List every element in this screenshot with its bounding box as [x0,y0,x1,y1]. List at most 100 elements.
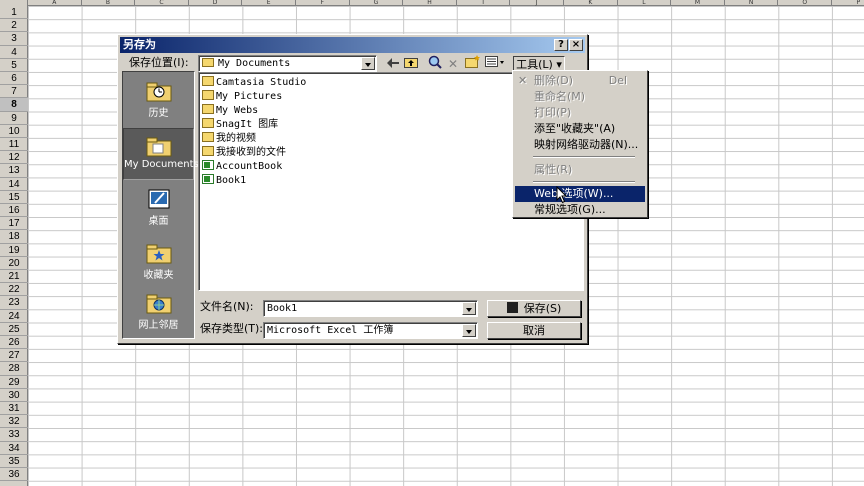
row-header[interactable]: 14 [0,178,28,191]
dialog-title-bar[interactable]: 另存为 ? × [120,37,585,53]
chevron-down-icon[interactable] [361,57,375,70]
list-item[interactable]: My Webs [202,104,258,118]
list-item[interactable]: Book1 [202,174,246,188]
save-in-label: 保存位置(I): [129,56,189,69]
row-header[interactable]: 15 [0,191,28,204]
place-my-documents[interactable]: My Documents [123,128,199,180]
delete-icon: ✕ [518,74,528,87]
save-in-combo[interactable]: My Documents [198,55,377,72]
place-network[interactable]: 网上邻居 [123,286,194,338]
menu-item-add-favorites[interactable]: 添至"收藏夹"(A) [515,121,645,137]
row-header[interactable]: 30 [0,389,28,402]
list-item[interactable]: AccountBook [202,160,282,174]
row-header[interactable]: 33 [0,428,28,442]
file-name: Camtasia Studio [216,77,307,88]
row-header[interactable]: 9 [0,112,28,125]
row-header[interactable]: 3 [0,32,28,46]
row-header[interactable]: 34 [0,442,28,455]
row-header[interactable]: 19 [0,244,28,257]
row-header[interactable]: 13 [0,164,28,178]
row-header[interactable]: 11 [0,138,28,152]
folder-icon [202,104,214,114]
save-button[interactable]: 保存(S) [487,300,581,317]
row-header[interactable]: 18 [0,230,28,244]
row-header[interactable]: 17 [0,217,28,231]
close-button[interactable]: × [569,39,583,51]
filename-label: 文件名(N): [200,300,254,313]
row-header[interactable]: 4 [0,46,28,59]
place-label: 网上邻居 [138,320,179,331]
row-header[interactable]: 5 [0,59,28,72]
list-item[interactable]: 我接收到的文件 [202,146,286,160]
menu-item-properties[interactable]: 属性(R) [515,162,645,178]
row-header[interactable]: 36 [0,468,28,482]
row-header[interactable]: 20 [0,257,28,270]
search-web-icon[interactable] [426,55,444,73]
list-item[interactable]: SnagIt 图库 [202,118,278,132]
file-name: 我的视频 [216,133,256,144]
history-folder-icon [146,82,171,102]
row-header[interactable]: 25 [0,323,28,336]
new-folder-icon[interactable] [464,55,482,73]
row-header[interactable]: 8 [0,98,28,112]
place-label: 桌面 [148,216,169,227]
back-icon[interactable] [384,55,402,73]
file-name: Book1 [216,175,247,186]
file-name: SnagIt 图库 [216,119,279,130]
menu-item-map-network-drive[interactable]: 映射网络驱动器(N)... [515,137,645,153]
mouse-pointer-icon [556,186,568,204]
list-item[interactable]: Camtasia Studio [202,76,306,90]
row-header[interactable]: 24 [0,310,28,323]
place-label: 历史 [148,108,169,119]
row-header[interactable]: 22 [0,283,28,297]
row-header[interactable]: 2 [0,19,28,33]
tools-dropdown-menu: ✕ 删除(D) Del 重命名(M) 打印(P) 添至"收藏夹"(A) 映射网络… [512,70,648,218]
filetype-label: 保存类型(T): [200,322,264,335]
menu-item-rename[interactable]: 重命名(M) [515,89,645,105]
row-header[interactable]: 26 [0,336,28,350]
row-header[interactable]: 1 [0,6,28,20]
views-icon[interactable] [484,55,506,73]
folder-icon [202,76,214,86]
row-header[interactable]: 7 [0,85,28,99]
save-in-value: My Documents [218,58,291,69]
filetype-value: Microsoft Excel 工作簿 [267,325,394,336]
row-header[interactable]: 16 [0,204,28,218]
menu-item-label: Web 选项(W)... [534,187,614,200]
chevron-down-icon[interactable] [462,302,476,315]
menu-item-delete[interactable]: ✕ 删除(D) Del [515,73,645,89]
excel-file-icon [202,174,214,184]
menu-item-print[interactable]: 打印(P) [515,105,645,121]
place-label: 收藏夹 [143,270,174,281]
menu-item-web-options[interactable]: Web 选项(W)... [515,186,645,202]
list-item[interactable]: 我的视频 [202,132,256,146]
row-header[interactable]: 32 [0,415,28,429]
row-header[interactable]: 28 [0,362,28,376]
place-desktop[interactable]: 桌面 [123,182,194,234]
list-item[interactable]: My Pictures [202,90,282,104]
row-header[interactable]: 23 [0,296,28,310]
row-header[interactable]: 12 [0,151,28,165]
row-header[interactable]: 29 [0,376,28,389]
menu-item-label: 重命名(M) [534,90,586,103]
place-history[interactable]: 历史 [123,74,194,126]
menu-item-label: 属性(R) [534,163,573,176]
file-name: 我接收到的文件 [216,147,286,158]
chevron-down-icon[interactable] [462,324,476,337]
row-header[interactable]: 35 [0,455,28,468]
row-header[interactable]: 21 [0,270,28,284]
row-header[interactable]: 27 [0,349,28,363]
row-header[interactable]: 6 [0,72,28,86]
row-header[interactable]: 31 [0,402,28,416]
delete-icon[interactable]: ✕ [444,55,462,73]
cancel-button[interactable]: 取消 [487,322,581,339]
up-one-level-icon[interactable] [402,55,420,73]
filename-input[interactable]: Book1 [263,300,478,317]
filetype-select[interactable]: Microsoft Excel 工作簿 [263,322,478,339]
menu-separator [533,181,635,183]
help-button[interactable]: ? [554,39,568,51]
place-favorites[interactable]: 收藏夹 [123,236,194,288]
menu-item-label: 常规选项(G)... [534,203,606,216]
row-header[interactable]: 10 [0,125,28,138]
menu-item-general-options[interactable]: 常规选项(G)... [515,202,645,218]
